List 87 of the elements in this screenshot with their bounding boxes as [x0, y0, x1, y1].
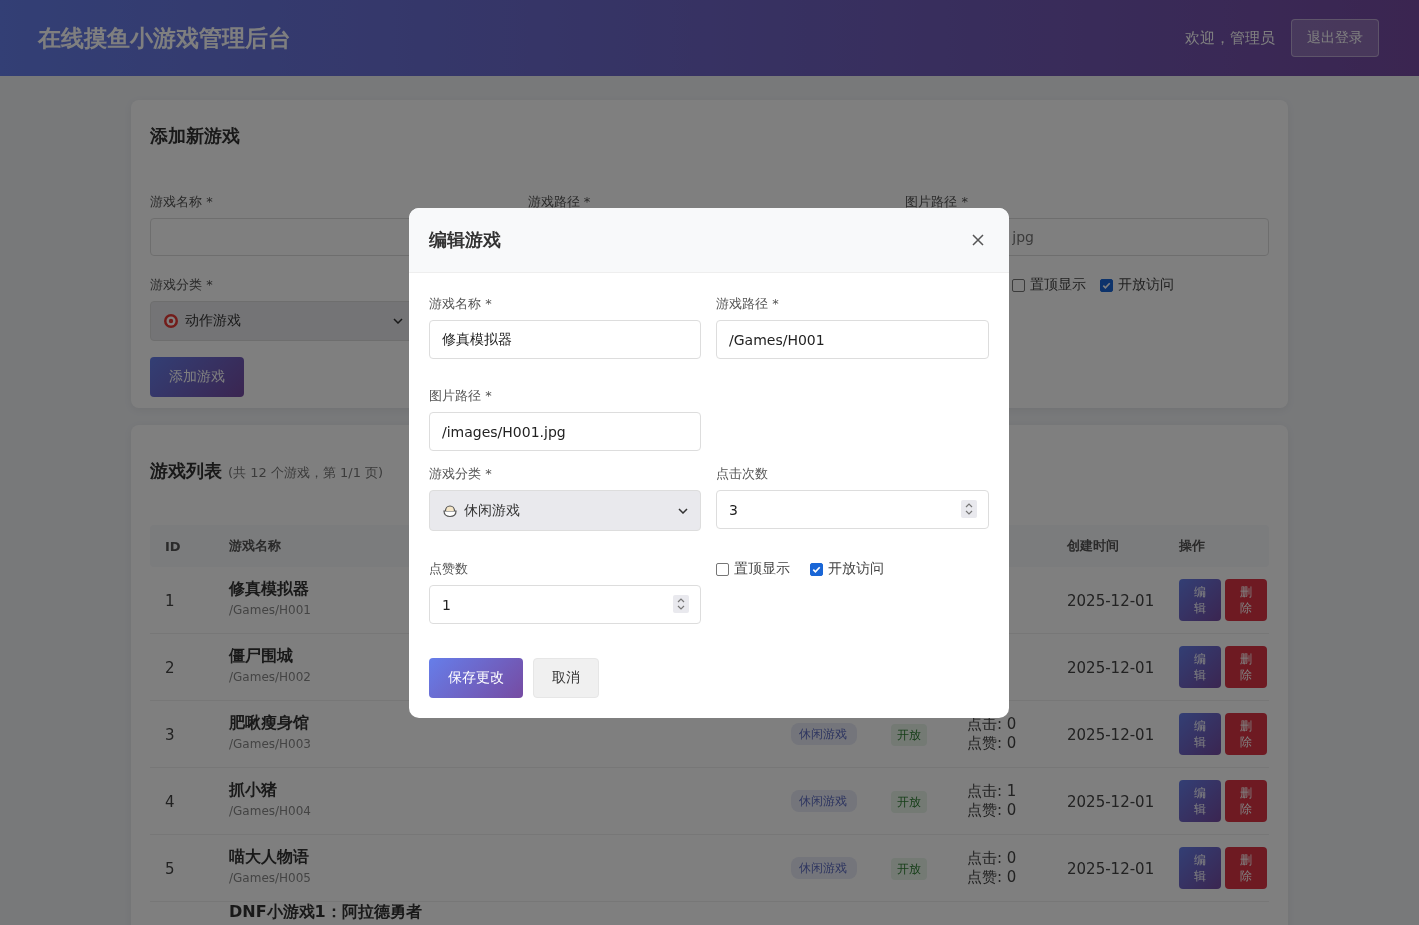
table-cell: 5: [165, 859, 175, 878]
target-icon: [163, 313, 179, 329]
chevron-icon: [678, 507, 688, 514]
table-cell: 2025-12-01: [1067, 591, 1155, 610]
checkbox[interactable]: [1100, 278, 1114, 292]
number-field[interactable]: 3: [716, 490, 989, 529]
category-tag: 休闲游戏: [791, 722, 857, 746]
category-tag: 休闲游戏: [791, 789, 857, 813]
delete-button[interactable]: 删除: [1225, 646, 1267, 688]
field-label: 点击次数: [716, 465, 769, 483]
like-count: 点赞: 0: [967, 868, 1018, 887]
column-header: ID: [165, 538, 181, 554]
table-cell: 2025-12-01: [1067, 792, 1155, 811]
list-summary: (共 12 个游戏，第 1/1 页): [228, 464, 384, 482]
delete-button[interactable]: 删除: [1225, 847, 1267, 889]
chevron-icon: [393, 318, 403, 324]
section-title: 游戏列表: [150, 459, 222, 483]
table-cell: 1: [165, 591, 175, 610]
game-path: /Games/H004: [229, 804, 311, 818]
bowl-icon: [442, 502, 458, 519]
field-label: 图片路径 *: [429, 387, 493, 405]
category-tag: 休闲游戏: [791, 856, 857, 880]
field-label: 游戏路径 *: [527, 193, 592, 211]
checkbox[interactable]: [810, 562, 823, 576]
table-cell: 3: [165, 725, 175, 744]
game-name: 抓小猪: [229, 780, 277, 801]
add-game-button[interactable]: 添加游戏: [150, 357, 244, 397]
status-tag: 开放: [891, 724, 927, 746]
cancel-button[interactable]: 取消: [533, 658, 599, 698]
game-name: 肥啾瘦身馆: [229, 713, 309, 734]
dialog-title: 编辑游戏: [429, 228, 501, 252]
delete-button[interactable]: 删除: [1225, 780, 1267, 822]
field-label: 点赞数: [429, 560, 469, 578]
column-header: 游戏名称: [229, 537, 281, 555]
table-cell: 2: [165, 658, 175, 677]
edit-button[interactable]: 编辑: [1179, 847, 1221, 889]
save-button[interactable]: 保存更改: [429, 658, 523, 698]
input-field[interactable]: 修真模拟器: [429, 320, 701, 359]
edit-button[interactable]: 编辑: [1179, 780, 1221, 822]
checkbox-label: 置顶显示: [1030, 276, 1087, 294]
spinner-icon: [673, 595, 689, 613]
welcome-text: 欢迎，管理员: [1185, 28, 1275, 48]
table-cell: 2025-12-01: [1067, 658, 1155, 677]
table-cell: 2025-12-01: [1067, 725, 1155, 744]
like-count: 点赞: 0: [967, 801, 1018, 820]
category-select[interactable]: 休闲游戏: [429, 490, 701, 531]
game-path: /Games/H001: [229, 603, 311, 617]
game-name: DNF小游戏1：阿拉德勇者: [229, 902, 422, 921]
delete-button[interactable]: 删除: [1225, 713, 1267, 755]
field-label: 游戏名称 *: [150, 193, 214, 211]
checkbox[interactable]: [1012, 278, 1026, 292]
status-tag: 开放: [891, 858, 927, 880]
column-header: 创建时间: [1067, 537, 1119, 555]
game-name: 修真模拟器: [229, 579, 309, 600]
table-cell: 2025-12-01: [1067, 859, 1155, 878]
section-title: 添加新游戏: [150, 124, 241, 148]
click-count: 点击: 0: [967, 715, 1018, 734]
like-count: 点赞: 0: [967, 734, 1018, 753]
status-tag: 开放: [891, 791, 927, 813]
game-path: /Games/H002: [229, 670, 311, 684]
click-count: 点击: 1: [967, 782, 1018, 801]
edit-button[interactable]: 编辑: [1179, 646, 1221, 688]
column-header: 操作: [1179, 537, 1205, 555]
field-label: 游戏路径 *: [716, 295, 780, 313]
edit-button[interactable]: 编辑: [1179, 713, 1221, 755]
game-name: 僵尸围城: [229, 646, 293, 667]
input-field[interactable]: /images/H001.jpg: [429, 412, 701, 451]
close-icon: [972, 234, 984, 246]
input-field[interactable]: /Games/H001: [716, 320, 989, 359]
table-cell: 4: [165, 792, 175, 811]
checkbox-label: 开放访问: [828, 560, 884, 578]
checkbox[interactable]: [716, 562, 729, 576]
game-path: /Games/H003: [229, 737, 311, 751]
click-count: 点击: 0: [967, 849, 1018, 868]
field-label: 游戏分类 *: [150, 276, 214, 294]
field-label: 游戏名称 *: [429, 295, 493, 313]
app-title: 在线摸鱼小游戏管理后台: [38, 23, 291, 53]
game-path: /Games/H005: [229, 871, 311, 885]
game-name: 喵大人物语: [229, 847, 309, 868]
field-label: 游戏分类 *: [429, 465, 493, 483]
checkbox-label: 置顶显示: [734, 560, 790, 578]
edit-button[interactable]: 编辑: [1179, 579, 1221, 621]
spinner-icon: [961, 500, 977, 518]
field-label: 图片路径 *: [905, 193, 969, 211]
checkbox-label: 开放访问: [1118, 276, 1175, 294]
number-field[interactable]: 1: [429, 585, 701, 624]
delete-button[interactable]: 删除: [1225, 579, 1267, 621]
